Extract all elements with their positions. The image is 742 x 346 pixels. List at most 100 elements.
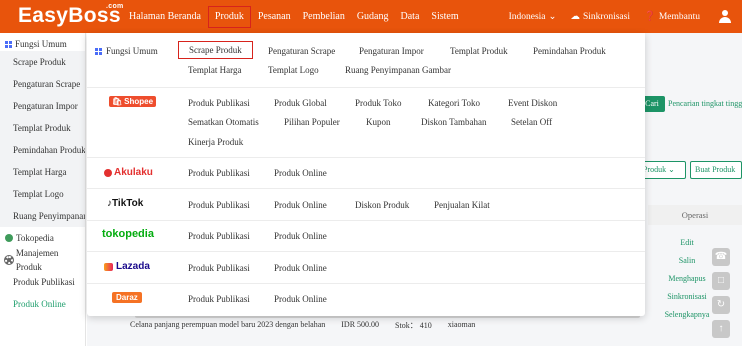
lazada-logo-text: Lazada bbox=[116, 261, 150, 272]
menu-lazada-produk-publikasi[interactable]: Produk Publikasi bbox=[188, 263, 250, 273]
menu-templat-harga[interactable]: Templat Harga bbox=[188, 65, 241, 75]
edit-action[interactable]: Edit bbox=[664, 238, 710, 256]
menu-shopee-produk-toko[interactable]: Produk Toko bbox=[355, 98, 401, 108]
sidebar-item-produk-publikasi[interactable]: Produk Publikasi bbox=[0, 271, 85, 293]
shopee-logo-text: Shopee bbox=[124, 97, 154, 106]
copy-action[interactable]: Salin bbox=[664, 256, 710, 274]
question-icon: ❓ bbox=[643, 12, 656, 22]
section-label-fungsi-umum: Fungsi Umum bbox=[95, 46, 158, 56]
sync-action[interactable]: Sinkronisasi bbox=[664, 292, 710, 310]
menu-tiktok-penjualan-kilat[interactable]: Penjualan Kilat bbox=[434, 200, 490, 210]
menu-shopee-pilihan-populer[interactable]: Pilihan Populer bbox=[284, 117, 340, 127]
dropdown-section-tokopedia: tokopedia Produk Publikasi Produk Online bbox=[87, 221, 645, 252]
advanced-search-link[interactable]: Pencarian tingkat tinggi bbox=[668, 99, 742, 108]
sidebar-item-produk-online[interactable]: Produk Online bbox=[0, 293, 85, 315]
product-stock: Stok： 410 bbox=[395, 321, 432, 330]
menu-pemindahan-produk[interactable]: Pemindahan Produk bbox=[533, 46, 606, 56]
headset-icon[interactable]: ☎ bbox=[712, 248, 730, 266]
dropdown-section-tiktok: ♪TikTok Produk Publikasi Produk Online D… bbox=[87, 189, 645, 221]
menu-lazada-produk-online[interactable]: Produk Online bbox=[274, 263, 327, 273]
nav-right-group: Indonesia ⌄ ☁ Sinkronisasi ❓ Membantu bbox=[509, 0, 732, 33]
menu-ruang-penyimpanan-gambar[interactable]: Ruang Penyimpanan Gambar bbox=[345, 65, 451, 75]
sidebar-item-templat-harga[interactable]: Templat Harga bbox=[0, 161, 85, 183]
menu-tokopedia-produk-publikasi[interactable]: Produk Publikasi bbox=[188, 231, 250, 241]
sidebar: Fungsi Umum Scrape Produk Pengaturan Scr… bbox=[0, 33, 86, 346]
menu-shopee-setelan-off[interactable]: Setelan Off bbox=[511, 117, 552, 127]
sidebar-item-scrape-produk[interactable]: Scrape Produk bbox=[0, 51, 85, 73]
more-action[interactable]: Selengkapnya bbox=[664, 310, 710, 328]
menu-tokopedia-produk-online[interactable]: Produk Online bbox=[274, 231, 327, 241]
nav-data[interactable]: Data bbox=[395, 0, 426, 33]
menu-tiktok-produk-publikasi[interactable]: Produk Publikasi bbox=[188, 200, 250, 210]
sidebar-group-fungsi-umum[interactable]: Fungsi Umum bbox=[0, 37, 85, 51]
nav-produk[interactable]: Produk bbox=[207, 5, 251, 28]
menu-shopee-event-diskon[interactable]: Event Diskon bbox=[508, 98, 557, 108]
menu-templat-logo[interactable]: Templat Logo bbox=[268, 65, 319, 75]
tokopedia-logo-text: tokopedia bbox=[102, 228, 154, 240]
create-product-button[interactable]: Buat Produk bbox=[690, 161, 742, 179]
brand-logo[interactable]: EasyBoss .com bbox=[18, 3, 123, 28]
menu-shopee-kinerja-produk[interactable]: Kinerja Produk bbox=[188, 137, 243, 147]
back-to-top-icon[interactable]: ↑ bbox=[712, 320, 730, 338]
lazada-brand: Lazada bbox=[104, 261, 150, 272]
menu-daraz-produk-online[interactable]: Produk Online bbox=[274, 294, 327, 304]
lazada-logo: Lazada bbox=[104, 261, 150, 272]
dropdown-section-akulaku: Akulaku Produk Publikasi Produk Online bbox=[87, 158, 645, 189]
akulaku-logo-text: Akulaku bbox=[114, 167, 153, 178]
menu-shopee-kupon[interactable]: Kupon bbox=[366, 117, 391, 127]
row-actions: Edit Salin Menghapus Sinkronisasi Seleng… bbox=[664, 238, 710, 328]
sidebar-item-ruang-penyimpanan[interactable]: Ruang Penyimpanan bbox=[0, 205, 85, 227]
menu-pengaturan-impor[interactable]: Pengaturan Impor bbox=[359, 46, 424, 56]
chevron-down-icon: ⌄ bbox=[668, 165, 675, 174]
menu-shopee-produk-global[interactable]: Produk Global bbox=[274, 98, 327, 108]
table-row: Celana panjang perempuan model baru 2023… bbox=[130, 320, 650, 331]
message-icon[interactable]: □ bbox=[712, 272, 730, 290]
nav-gudang[interactable]: Gudang bbox=[351, 0, 395, 33]
top-navbar: EasyBoss .com Halaman Beranda Produk Pesa… bbox=[0, 0, 742, 33]
help-label: Membantu bbox=[658, 11, 700, 22]
user-icon[interactable] bbox=[718, 9, 732, 24]
product-store: xiaoman bbox=[447, 320, 476, 329]
menu-templat-produk[interactable]: Templat Produk bbox=[450, 46, 508, 56]
dropdown-section-fungsi-umum: Fungsi Umum Scrape Produk Pengaturan Scr… bbox=[87, 33, 645, 88]
tiktok-logo-text: TikTok bbox=[112, 198, 144, 209]
sidebar-item-pemindahan-produk[interactable]: Pemindahan Produk bbox=[0, 139, 85, 161]
akulaku-icon bbox=[104, 168, 112, 177]
sidebar-item-pengaturan-impor[interactable]: Pengaturan Impor bbox=[0, 95, 85, 117]
menu-shopee-sematkan-otomatis[interactable]: Sematkan Otomatis bbox=[188, 117, 259, 127]
nav-halaman-beranda[interactable]: Halaman Beranda bbox=[123, 0, 207, 33]
menu-tiktok-diskon-produk[interactable]: Diskon Produk bbox=[355, 200, 409, 210]
menu-shopee-kategori-toko[interactable]: Kategori Toko bbox=[428, 98, 480, 108]
shopee-logo: 🛍 Shopee bbox=[109, 96, 157, 107]
delete-action[interactable]: Menghapus bbox=[664, 274, 710, 292]
sidebar-group-manajemen-produk[interactable]: Manajemen Produk bbox=[0, 248, 85, 272]
tiktok-logo: ♪TikTok bbox=[107, 198, 143, 209]
menu-shopee-produk-publikasi[interactable]: Produk Publikasi bbox=[188, 98, 250, 108]
nav-sistem[interactable]: Sistem bbox=[425, 0, 464, 33]
menu-pengaturan-scrape[interactable]: Pengaturan Scrape bbox=[268, 46, 335, 56]
menu-daraz-produk-publikasi[interactable]: Produk Publikasi bbox=[188, 294, 250, 304]
menu-akulaku-produk-publikasi[interactable]: Produk Publikasi bbox=[188, 168, 250, 178]
menu-scrape-produk[interactable]: Scrape Produk bbox=[178, 41, 253, 59]
language-label: Indonesia bbox=[508, 11, 546, 22]
daraz-logo-text: Daraz bbox=[112, 292, 142, 303]
sidebar-item-pengaturan-scrape[interactable]: Pengaturan Scrape bbox=[0, 73, 85, 95]
sync-button[interactable]: ☁ Sinkronisasi bbox=[571, 11, 630, 23]
nav-pesanan[interactable]: Pesanan bbox=[252, 0, 297, 33]
main-nav: Halaman Beranda Produk Pesanan Pembelian… bbox=[123, 0, 465, 33]
grid-icon bbox=[5, 40, 12, 48]
sidebar-item-templat-produk[interactable]: Templat Produk bbox=[0, 117, 85, 139]
language-selector[interactable]: Indonesia ⌄ bbox=[508, 11, 557, 23]
akulaku-brand: Akulaku bbox=[104, 167, 153, 178]
menu-shopee-diskon-tambahan[interactable]: Diskon Tambahan bbox=[421, 117, 486, 127]
sync-label: Sinkronisasi bbox=[583, 11, 630, 22]
help-button[interactable]: ❓ Membantu bbox=[643, 11, 700, 23]
refresh-icon[interactable]: ↻ bbox=[712, 296, 730, 314]
product-title: Celana panjang perempuan model baru 2023… bbox=[130, 320, 326, 329]
menu-tiktok-produk-online[interactable]: Produk Online bbox=[274, 200, 327, 210]
dropdown-section-shopee: 🛍 Shopee Produk Publikasi Produk Global P… bbox=[87, 88, 645, 158]
menu-akulaku-produk-online[interactable]: Produk Online bbox=[274, 168, 327, 178]
sidebar-item-templat-logo[interactable]: Templat Logo bbox=[0, 183, 85, 205]
dropdown-section-daraz: Daraz Produk Publikasi Produk Online bbox=[87, 284, 645, 316]
nav-pembelian[interactable]: Pembelian bbox=[297, 0, 351, 33]
